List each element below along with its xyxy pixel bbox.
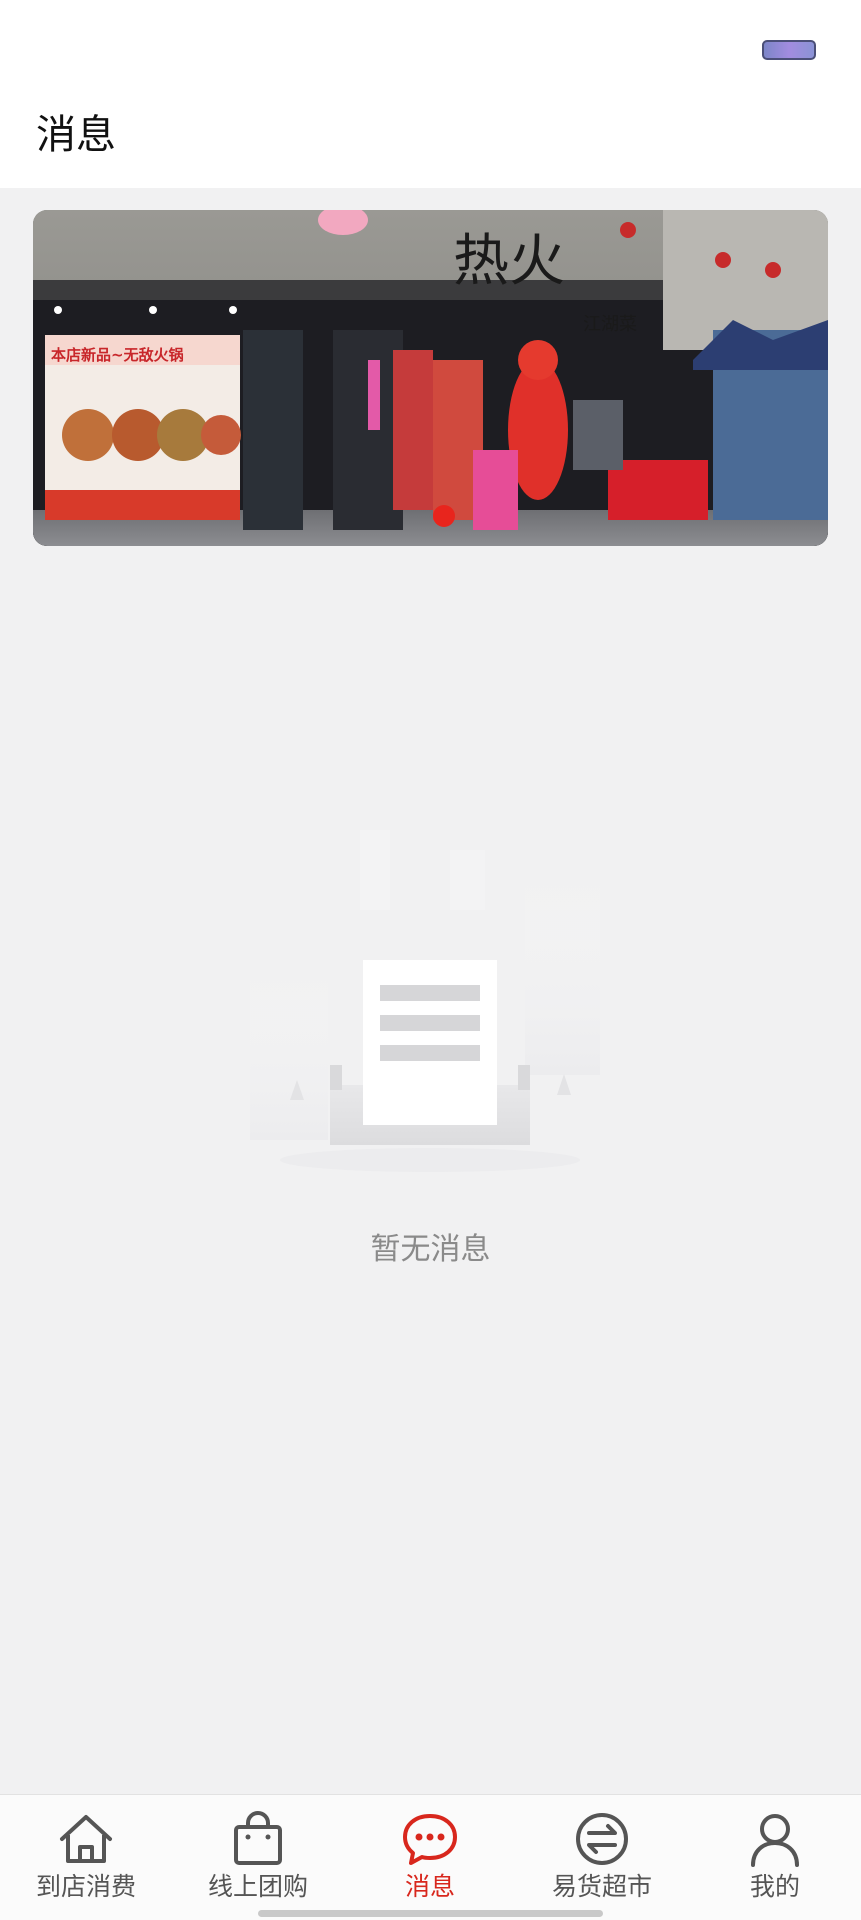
poster-title: 本店新品~无敌火锅 xyxy=(51,346,184,364)
page-title: 消息 xyxy=(36,112,116,158)
home-indicator[interactable] xyxy=(258,1910,603,1917)
tab-barter-market[interactable]: 易货超市 xyxy=(516,1795,688,1920)
tab-label: 到店消费 xyxy=(35,1872,136,1901)
tab-profile[interactable]: 我的 xyxy=(689,1795,861,1920)
shopping-bag-icon xyxy=(234,1811,282,1865)
sign-main: 热火 xyxy=(453,229,565,294)
banner-image[interactable]: 热火 江湖菜 本店新品~无敌火锅 xyxy=(33,210,828,546)
status-indicator xyxy=(762,40,816,60)
home-icon xyxy=(60,1815,112,1863)
user-icon xyxy=(751,1814,799,1867)
tab-label: 易货超市 xyxy=(551,1872,652,1901)
empty-state-text: 暂无消息 xyxy=(370,1232,491,1267)
storefront-photo: 热火 江湖菜 本店新品~无敌火锅 xyxy=(33,210,828,546)
bottom-tab-bar: 到店消费 线上团购 消息 易货超市 我的 xyxy=(0,1794,861,1920)
banner-indicator-dot xyxy=(433,505,455,527)
tab-group-buy[interactable]: 线上团购 xyxy=(172,1795,344,1920)
tab-messages[interactable]: 消息 xyxy=(344,1795,516,1920)
exchange-icon xyxy=(576,1813,628,1865)
tab-label: 消息 xyxy=(404,1872,455,1901)
tab-label: 我的 xyxy=(749,1872,800,1901)
sign-sub: 江湖菜 xyxy=(583,314,637,335)
tab-store-consume[interactable]: 到店消费 xyxy=(0,1795,172,1920)
tab-label: 线上团购 xyxy=(207,1872,308,1901)
top-header: 消息 xyxy=(0,0,861,188)
empty-document-icon xyxy=(248,830,610,1180)
chat-bubble-icon xyxy=(403,1814,457,1865)
